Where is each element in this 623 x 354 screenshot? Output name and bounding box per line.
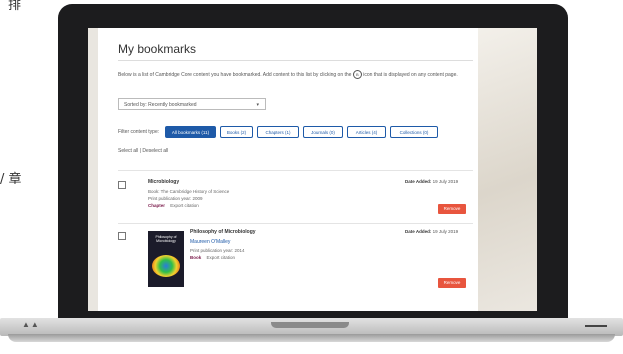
- filter-collections[interactable]: Collections (0): [390, 126, 438, 138]
- page-title: My bookmarks: [118, 42, 197, 56]
- item-checkbox[interactable]: [118, 232, 126, 240]
- item-pub-line: Print publication year: 2009: [148, 196, 203, 201]
- date-added-label: Date Added:: [405, 229, 432, 234]
- filter-chapters[interactable]: Chapters (1): [257, 126, 299, 138]
- item-pub-line: Print publication year: 2014: [190, 248, 245, 253]
- item-divider: [118, 170, 473, 171]
- filter-articles[interactable]: Articles (4): [347, 126, 386, 138]
- filter-label: Filter content type:: [118, 129, 160, 135]
- indicator-lights-icon: ▲▲: [22, 320, 40, 329]
- sort-label: Sorted by: Recently bookmarked: [124, 102, 197, 108]
- date-added: Date Added: 19 July 2019: [405, 229, 458, 234]
- export-citation-link[interactable]: Export citation: [207, 255, 236, 260]
- item-type-line: Chapter Export citation: [148, 202, 229, 209]
- description-prefix: Below is a list of Cambridge Core conten…: [118, 71, 352, 78]
- deselect-all-link[interactable]: Deselect all: [142, 148, 168, 154]
- page-description: Below is a list of Cambridge Core conten…: [118, 70, 468, 79]
- date-added-value: 19 July 2019: [432, 179, 459, 184]
- item-checkbox[interactable]: [118, 181, 126, 189]
- item-type-line: Book Export citation: [190, 254, 245, 261]
- select-links: Select all | Deselect all: [118, 148, 169, 154]
- laptop-notch: [271, 322, 349, 328]
- background-texture: [478, 28, 537, 311]
- date-added-value: 19 July 2019: [432, 229, 459, 234]
- laptop-screen: My bookmarks Below is a list of Cambridg…: [88, 28, 537, 311]
- cover-title: Philosophy of Microbiology: [155, 235, 177, 243]
- title-divider: [118, 60, 473, 61]
- side-text-top: 排: [8, 0, 22, 13]
- filter-journals[interactable]: Journals (0): [303, 126, 343, 138]
- remove-button[interactable]: Remove: [438, 278, 466, 288]
- filter-all-bookmarks[interactable]: All bookmarks (11): [165, 126, 216, 138]
- book-cover[interactable]: Philosophy of Microbiology: [148, 231, 184, 287]
- select-all-link[interactable]: Select all: [118, 148, 138, 154]
- item-meta: Book: The Cambridge History of Science P…: [148, 188, 229, 209]
- side-text-middle: / 章: [0, 172, 22, 187]
- bookmark-icon: B: [352, 70, 362, 79]
- item-author[interactable]: Maureen O'Malley: [190, 239, 230, 245]
- cover-image: [152, 255, 180, 277]
- remove-button[interactable]: Remove: [438, 204, 466, 214]
- laptop-base-bottom: [8, 334, 615, 342]
- description-suffix: icon that is displayed on any content pa…: [363, 71, 458, 78]
- item-book-line: Book: The Cambridge History of Science: [148, 189, 230, 194]
- item-title[interactable]: Philosophy of Microbiology: [190, 229, 256, 235]
- item-type: Book: [190, 255, 202, 260]
- sort-dropdown[interactable]: Sorted by: Recently bookmarked ▾: [118, 98, 266, 110]
- item-meta: Print publication year: 2014 Book Export…: [190, 247, 245, 261]
- item-title[interactable]: Microbiology: [148, 179, 179, 185]
- chevron-down-icon: ▾: [256, 102, 259, 108]
- date-added-label: Date Added:: [405, 179, 432, 184]
- item-type: Chapter: [148, 203, 166, 208]
- filter-books[interactable]: Books (2): [220, 126, 253, 138]
- laptop-slot: [585, 325, 607, 327]
- export-citation-link[interactable]: Export citation: [170, 203, 199, 208]
- bookmarks-page: My bookmarks Below is a list of Cambridg…: [98, 28, 478, 311]
- item-divider: [118, 223, 473, 224]
- date-added: Date Added: 19 July 2019: [405, 179, 458, 184]
